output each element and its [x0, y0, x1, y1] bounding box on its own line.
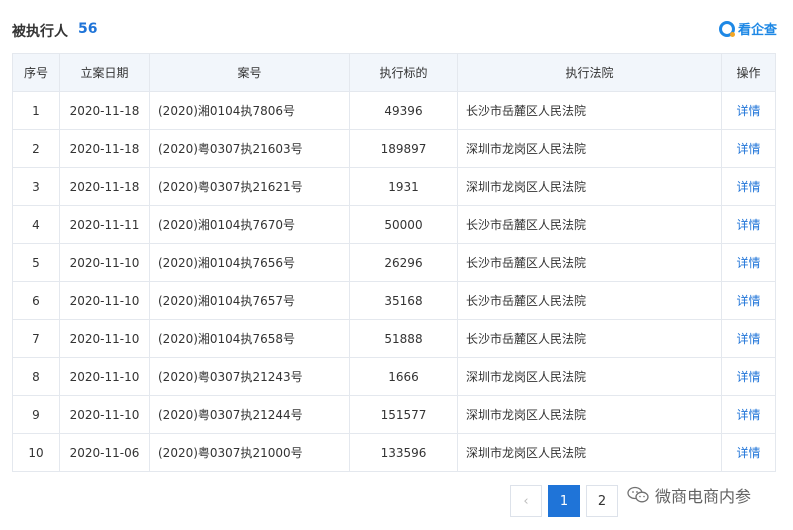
detail-link[interactable]: 详情	[721, 357, 776, 396]
detail-link[interactable]: 详情	[721, 281, 776, 320]
watermark: 微商电商内参	[627, 483, 751, 507]
table-row: 9 2020-11-10 (2020)粤0307执21244号 151577 深圳市龙岗…	[12, 395, 776, 434]
court-cell: 长沙市岳麓区人民法院	[457, 205, 722, 244]
case-number-cell: (2020)湘0104执7806号	[149, 91, 350, 130]
wechat-icon	[627, 486, 649, 503]
detail-link[interactable]: 详情	[721, 319, 776, 358]
index-cell: 2	[12, 129, 60, 168]
court-cell: 长沙市岳麓区人民法院	[457, 243, 722, 282]
case-number-cell: (2020)湘0104执7656号	[149, 243, 350, 282]
watermark-text: 微商电商内参	[655, 487, 752, 506]
index-cell: 8	[12, 357, 60, 396]
court-cell: 深圳市龙岗区人民法院	[457, 129, 722, 168]
table-row: 8 2020-11-10 (2020)粤0307执21243号 1666 深圳市龙岗区人…	[12, 357, 776, 396]
table-row: 6 2020-11-10 (2020)湘0104执7657号 35168 长沙市岳麓区人…	[12, 281, 776, 320]
detail-link[interactable]: 详情	[721, 243, 776, 282]
col-header-amount: 执行标的	[349, 53, 458, 92]
page-1-button[interactable]: 1	[548, 485, 580, 517]
prev-page-button[interactable]: ‹	[510, 485, 542, 517]
page-2-button[interactable]: 2	[586, 485, 618, 517]
date-cell: 2020-11-18	[59, 91, 150, 130]
amount-cell: 26296	[349, 243, 458, 282]
table-header-row: 序号 立案日期 案号 执行标的 执行法院 操作	[12, 53, 776, 92]
amount-cell: 151577	[349, 395, 458, 434]
index-cell: 9	[12, 395, 60, 434]
col-header-index: 序号	[12, 53, 60, 92]
case-number-cell: (2020)粤0307执21621号	[149, 167, 350, 206]
col-header-date: 立案日期	[59, 53, 150, 92]
date-cell: 2020-11-18	[59, 167, 150, 206]
record-count: 56	[78, 21, 98, 37]
case-number-cell: (2020)粤0307执21000号	[149, 433, 350, 472]
detail-link[interactable]: 详情	[721, 167, 776, 206]
court-cell: 长沙市岳麓区人民法院	[457, 91, 722, 130]
table-row: 10 2020-11-06 (2020)粤0307执21000号 133596 深圳市龙…	[12, 433, 776, 472]
court-cell: 深圳市龙岗区人民法院	[457, 167, 722, 206]
table-row: 1 2020-11-18 (2020)湘0104执7806号 49396 长沙市岳麓区人…	[12, 91, 776, 130]
index-cell: 6	[12, 281, 60, 320]
section-title: 被执行人	[12, 24, 68, 40]
detail-link[interactable]: 详情	[721, 433, 776, 472]
amount-cell: 35168	[349, 281, 458, 320]
brand-logo[interactable]: 看企查	[718, 19, 777, 38]
case-number-cell: (2020)粤0307执21243号	[149, 357, 350, 396]
pagination: ‹ 1 2	[510, 485, 624, 517]
table-row: 3 2020-11-18 (2020)粤0307执21621号 1931 深圳市龙岗区人…	[12, 167, 776, 206]
date-cell: 2020-11-10	[59, 357, 150, 396]
col-header-case-no: 案号	[149, 53, 350, 92]
index-cell: 3	[12, 167, 60, 206]
date-cell: 2020-11-10	[59, 395, 150, 434]
court-cell: 长沙市岳麓区人民法院	[457, 319, 722, 358]
court-cell: 深圳市龙岗区人民法院	[457, 433, 722, 472]
amount-cell: 49396	[349, 91, 458, 130]
section-header: 被执行人 56 看企查	[12, 19, 777, 41]
date-cell: 2020-11-10	[59, 319, 150, 358]
court-cell: 深圳市龙岗区人民法院	[457, 395, 722, 434]
detail-link[interactable]: 详情	[721, 129, 776, 168]
col-header-court: 执行法院	[457, 53, 722, 92]
enforcement-table: 序号 立案日期 案号 执行标的 执行法院 操作 1 2020-11-18 (2020…	[12, 53, 776, 472]
index-cell: 5	[12, 243, 60, 282]
date-cell: 2020-11-10	[59, 243, 150, 282]
date-cell: 2020-11-06	[59, 433, 150, 472]
amount-cell: 1666	[349, 357, 458, 396]
detail-link[interactable]: 详情	[721, 205, 776, 244]
court-cell: 长沙市岳麓区人民法院	[457, 281, 722, 320]
case-number-cell: (2020)粤0307执21244号	[149, 395, 350, 434]
case-number-cell: (2020)湘0104执7658号	[149, 319, 350, 358]
date-cell: 2020-11-18	[59, 129, 150, 168]
index-cell: 7	[12, 319, 60, 358]
amount-cell: 50000	[349, 205, 458, 244]
amount-cell: 189897	[349, 129, 458, 168]
amount-cell: 51888	[349, 319, 458, 358]
case-number-cell: (2020)湘0104执7670号	[149, 205, 350, 244]
index-cell: 4	[12, 205, 60, 244]
detail-link[interactable]: 详情	[721, 91, 776, 130]
date-cell: 2020-11-11	[59, 205, 150, 244]
case-number-cell: (2020)粤0307执21603号	[149, 129, 350, 168]
detail-link[interactable]: 详情	[721, 395, 776, 434]
amount-cell: 133596	[349, 433, 458, 472]
date-cell: 2020-11-10	[59, 281, 150, 320]
table-row: 4 2020-11-11 (2020)湘0104执7670号 50000 长沙市岳麓区人…	[12, 205, 776, 244]
magnifier-logo-icon	[718, 20, 735, 37]
index-cell: 1	[12, 91, 60, 130]
table-row: 7 2020-11-10 (2020)湘0104执7658号 51888 长沙市岳麓区人…	[12, 319, 776, 358]
court-cell: 深圳市龙岗区人民法院	[457, 357, 722, 396]
col-header-action: 操作	[721, 53, 776, 92]
index-cell: 10	[12, 433, 60, 472]
table-row: 5 2020-11-10 (2020)湘0104执7656号 26296 长沙市岳麓区人…	[12, 243, 776, 282]
brand-text: 看企查	[737, 23, 777, 38]
case-number-cell: (2020)湘0104执7657号	[149, 281, 350, 320]
table-row: 2 2020-11-18 (2020)粤0307执21603号 189897 深圳市龙岗…	[12, 129, 776, 168]
amount-cell: 1931	[349, 167, 458, 206]
